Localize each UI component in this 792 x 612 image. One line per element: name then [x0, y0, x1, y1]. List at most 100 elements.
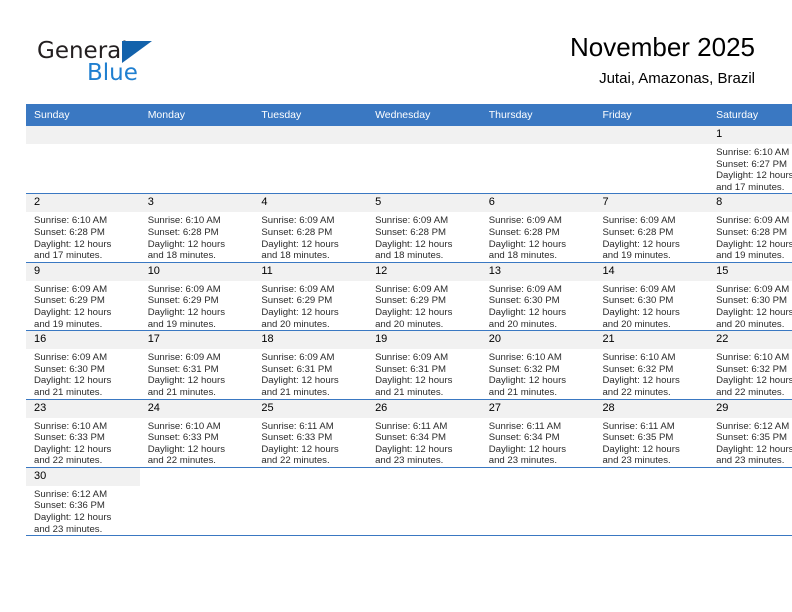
daylight-text-line1: Daylight: 12 hours — [147, 238, 226, 250]
day-cell-inner — [480, 126, 595, 193]
daylight-text-line1: Daylight: 12 hours — [488, 375, 567, 387]
calendar-day-cell[interactable]: 29 Sunrise: 6:12 AM Sunset: 6:35 PM Dayligh… — [708, 399, 792, 468]
calendar-day-cell[interactable]: 10 Sunrise: 6:09 AM Sunset: 6:29 PM Dayligh… — [139, 262, 254, 332]
calendar-day-cell[interactable]: 2 Sunrise: 6:10 AM Sunset: 6:28 PM Daylight… — [26, 193, 140, 263]
day-cell-inner — [708, 467, 792, 535]
page-subtitle: Jutai, Amazonas, Brazil — [599, 70, 755, 87]
sunrise-text: Sunrise: 6:09 AM — [716, 283, 790, 295]
daylight-text-line1: Daylight: 12 hours — [261, 443, 339, 455]
calendar-day-cell[interactable]: 15 Sunrise: 6:09 AM Sunset: 6:30 PM Dayligh… — [708, 262, 792, 332]
weekday-header-tuesday: Tuesday — [253, 104, 368, 126]
daylight-text-line1: Daylight: 12 hours — [375, 443, 453, 455]
calendar-day-cell[interactable]: 4 Sunrise: 6:09 AM Sunset: 6:28 PM Daylight… — [253, 193, 368, 263]
calendar-day-cell[interactable]: 13 Sunrise: 6:09 AM Sunset: 6:30 PM Dayligh… — [480, 262, 595, 332]
daylight-text-line1: Daylight: 12 hours — [716, 375, 792, 387]
day-cell-inner — [594, 467, 709, 535]
daylight-text-line1: Daylight: 12 hours — [602, 238, 680, 250]
calendar-day-cell[interactable]: 6 Sunrise: 6:09 AM Sunset: 6:28 PM Daylight… — [480, 193, 595, 263]
daylight-text-line2: and 20 minutes. — [488, 318, 558, 330]
calendar-day-cell[interactable]: 3 Sunrise: 6:10 AM Sunset: 6:28 PM Daylight… — [139, 193, 254, 263]
calendar-day-cell[interactable]: 25 Sunrise: 6:11 AM Sunset: 6:33 PM Dayligh… — [253, 399, 368, 468]
day-details: Sunrise: 6:09 AM Sunset: 6:28 PM Daylight:… — [708, 212, 792, 261]
day-number: 26 — [367, 399, 481, 418]
daylight-text-line2: and 22 minutes. — [602, 386, 671, 398]
sunset-text: Sunset: 6:28 PM — [375, 226, 446, 238]
calendar-day-cell[interactable]: 26 Sunrise: 6:11 AM Sunset: 6:34 PM Dayligh… — [367, 399, 481, 468]
calendar-day-cell[interactable]: 17 Sunrise: 6:09 AM Sunset: 6:31 PM Dayligh… — [139, 330, 254, 400]
calendar-day-cell[interactable]: 7 Sunrise: 6:09 AM Sunset: 6:28 PM Daylight… — [594, 193, 709, 263]
calendar-day-cell[interactable]: 14 Sunrise: 6:09 AM Sunset: 6:30 PM Dayligh… — [594, 262, 709, 332]
day-number: 11 — [253, 262, 368, 281]
day-cell-inner: 24 Sunrise: 6:10 AM Sunset: 6:33 PM Dayligh… — [139, 399, 254, 467]
weekday-header-wednesday: Wednesday — [367, 104, 481, 126]
day-cell-inner — [253, 467, 368, 535]
sunrise-text: Sunrise: 6:11 AM — [261, 420, 334, 432]
calendar-empty-cell — [139, 126, 254, 195]
day-details: Sunrise: 6:09 AM Sunset: 6:29 PM Daylight:… — [367, 281, 481, 330]
calendar-day-cell[interactable]: 21 Sunrise: 6:10 AM Sunset: 6:32 PM Dayligh… — [594, 330, 709, 400]
calendar-empty-cell — [26, 126, 140, 195]
sunset-text: Sunset: 6:30 PM — [716, 295, 788, 307]
day-cell-inner — [139, 126, 254, 193]
calendar-day-cell[interactable]: 23 Sunrise: 6:10 AM Sunset: 6:33 PM Dayligh… — [26, 399, 140, 468]
day-cell-inner: 30 Sunrise: 6:12 AM Sunset: 6:36 PM Dayligh… — [26, 467, 140, 535]
calendar-day-cell[interactable]: 16 Sunrise: 6:09 AM Sunset: 6:30 PM Dayligh… — [26, 330, 140, 400]
sunrise-text: Sunrise: 6:12 AM — [34, 488, 108, 500]
calendar-grid: Sunday Monday Tuesday Wednesday Thursday… — [26, 104, 792, 537]
sunrise-text: Sunrise: 6:11 AM — [488, 420, 562, 432]
day-number: 3 — [139, 194, 254, 213]
day-cell-inner: 19 Sunrise: 6:09 AM Sunset: 6:31 PM Dayligh… — [367, 331, 481, 398]
calendar-day-cell[interactable]: 24 Sunrise: 6:10 AM Sunset: 6:33 PM Dayligh… — [139, 399, 254, 468]
calendar-day-cell[interactable]: 27 Sunrise: 6:11 AM Sunset: 6:34 PM Dayligh… — [480, 399, 595, 468]
calendar-day-cell[interactable]: 9 Sunrise: 6:09 AM Sunset: 6:29 PM Daylight… — [26, 262, 140, 332]
sunrise-text: Sunrise: 6:09 AM — [147, 352, 221, 364]
calendar-day-cell[interactable]: 1 Sunrise: 6:10 AM Sunset: 6:27 PM Daylight… — [708, 126, 792, 195]
calendar-day-cell[interactable]: 11 Sunrise: 6:09 AM Sunset: 6:29 PM Dayligh… — [253, 262, 368, 332]
day-number — [708, 467, 792, 486]
day-details: Sunrise: 6:09 AM Sunset: 6:29 PM Daylight:… — [253, 281, 367, 330]
day-number: 15 — [708, 262, 792, 281]
calendar-day-cell[interactable]: 19 Sunrise: 6:09 AM Sunset: 6:31 PM Dayligh… — [367, 330, 481, 400]
day-cell-inner: 25 Sunrise: 6:11 AM Sunset: 6:33 PM Dayligh… — [253, 399, 368, 467]
day-details — [594, 144, 708, 147]
day-details: Sunrise: 6:09 AM Sunset: 6:29 PM Daylight:… — [140, 281, 254, 330]
day-details: Sunrise: 6:09 AM Sunset: 6:31 PM Daylight:… — [367, 349, 481, 398]
day-number — [367, 467, 481, 486]
day-number — [367, 126, 481, 144]
calendar-day-cell[interactable]: 28 Sunrise: 6:11 AM Sunset: 6:35 PM Dayligh… — [594, 399, 709, 468]
sunrise-text: Sunrise: 6:10 AM — [34, 215, 108, 227]
sunrise-text: Sunrise: 6:10 AM — [34, 420, 108, 432]
calendar-day-cell[interactable]: 30 Sunrise: 6:12 AM Sunset: 6:36 PM Dayligh… — [26, 467, 140, 537]
day-number: 16 — [26, 331, 140, 350]
calendar-empty-cell — [139, 467, 254, 537]
day-cell-inner — [594, 126, 709, 193]
sunrise-text: Sunrise: 6:09 AM — [261, 283, 335, 295]
day-cell-inner: 22 Sunrise: 6:10 AM Sunset: 6:32 PM Dayligh… — [708, 331, 792, 398]
calendar-day-cell[interactable]: 5 Sunrise: 6:09 AM Sunset: 6:28 PM Daylight… — [367, 193, 481, 263]
calendar-day-cell[interactable]: 12 Sunrise: 6:09 AM Sunset: 6:29 PM Dayligh… — [367, 262, 481, 332]
sunrise-text: Sunrise: 6:10 AM — [147, 420, 221, 432]
daylight-text-line1: Daylight: 12 hours — [716, 238, 792, 250]
calendar-day-cell[interactable]: 22 Sunrise: 6:10 AM Sunset: 6:32 PM Dayligh… — [708, 330, 792, 400]
page-title: November 2025 — [570, 32, 755, 62]
calendar-empty-cell — [253, 126, 368, 195]
sunrise-text: Sunrise: 6:09 AM — [602, 215, 676, 227]
calendar-day-cell[interactable]: 20 Sunrise: 6:10 AM Sunset: 6:32 PM Dayligh… — [480, 330, 595, 400]
day-details: Sunrise: 6:09 AM Sunset: 6:29 PM Daylight:… — [26, 281, 140, 330]
day-number — [253, 467, 368, 486]
brand-logo[interactable]: General Blue — [37, 38, 217, 90]
weekday-header-thursday: Thursday — [480, 104, 595, 126]
daylight-text-line2: and 19 minutes. — [602, 250, 671, 262]
calendar-day-cell[interactable]: 18 Sunrise: 6:09 AM Sunset: 6:31 PM Dayligh… — [253, 330, 368, 400]
daylight-text-line2: and 22 minutes. — [147, 455, 216, 467]
day-details — [140, 144, 254, 147]
daylight-text-line1: Daylight: 12 hours — [34, 375, 112, 387]
daylight-text-line1: Daylight: 12 hours — [602, 443, 680, 455]
day-cell-inner — [253, 126, 368, 193]
sunrise-text: Sunrise: 6:10 AM — [147, 215, 221, 227]
daylight-text-line2: and 21 minutes. — [488, 386, 558, 398]
calendar-day-cell[interactable]: 8 Sunrise: 6:09 AM Sunset: 6:28 PM Daylight… — [708, 193, 792, 263]
day-cell-inner — [26, 126, 140, 193]
sunrise-text: Sunrise: 6:11 AM — [375, 420, 448, 432]
day-details — [253, 486, 367, 489]
